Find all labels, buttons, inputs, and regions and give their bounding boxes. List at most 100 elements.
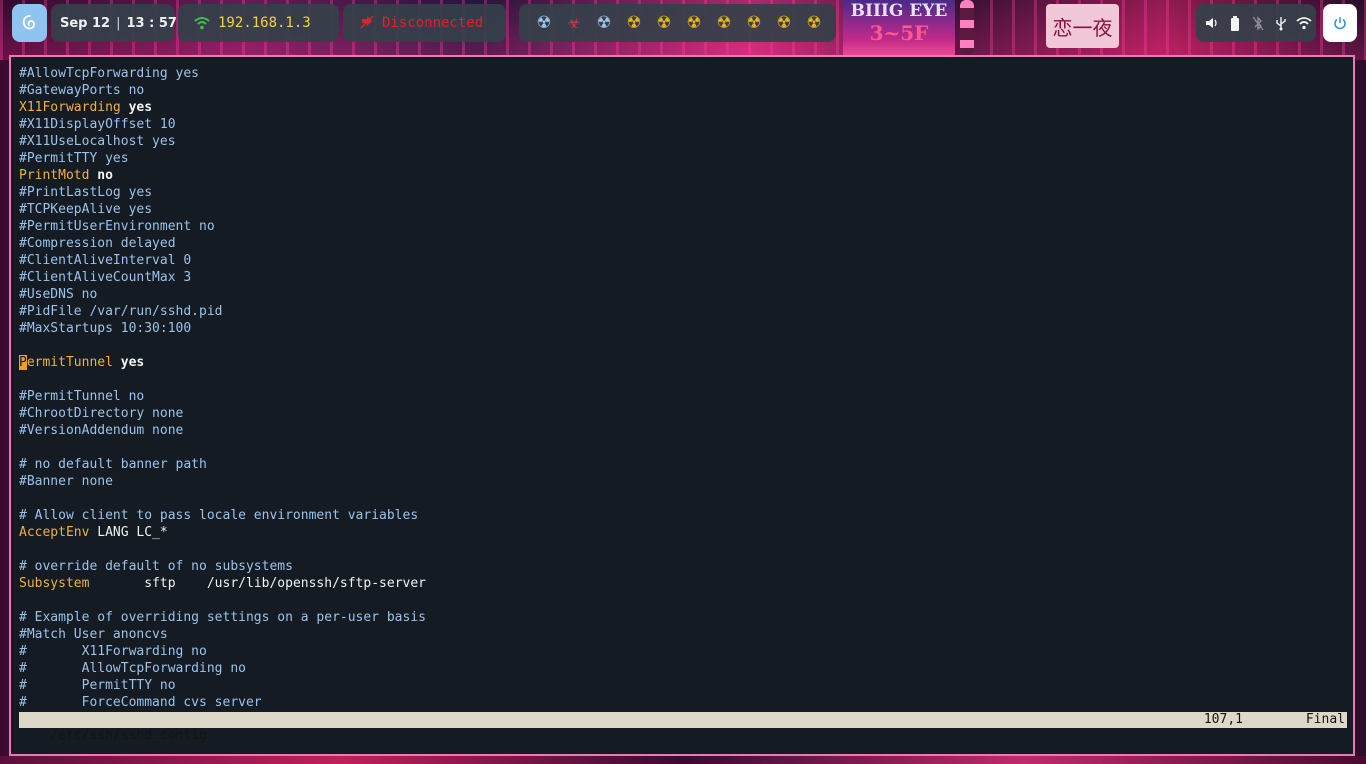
code-token: #PermitTunnel no bbox=[19, 389, 145, 404]
code-token: # X11Forwarding no bbox=[19, 644, 207, 659]
code-token: #Match User anoncvs bbox=[19, 627, 168, 642]
code-line[interactable]: #ClientAliveCountMax 3 bbox=[19, 269, 426, 286]
code-line[interactable]: #UseDNS no bbox=[19, 286, 426, 303]
code-line[interactable]: # no default banner path bbox=[19, 456, 426, 473]
cursor-position: 107,1 bbox=[1203, 712, 1243, 727]
code-line[interactable]: #GatewayPorts no bbox=[19, 82, 426, 99]
code-line[interactable]: #X11DisplayOffset 10 bbox=[19, 116, 426, 133]
code-line[interactable]: # X11Forwarding no bbox=[19, 643, 426, 660]
code-line[interactable]: PrintMotd no bbox=[19, 167, 426, 184]
battery-icon[interactable] bbox=[1223, 15, 1246, 31]
network-widget[interactable]: 192.168.1.3 bbox=[178, 4, 339, 42]
code-token: sftp /usr/lib/openssh/sftp-server bbox=[89, 576, 426, 591]
code-token: # ForceCommand cvs server bbox=[19, 695, 262, 710]
code-token: #X11UseLocalhost yes bbox=[19, 134, 176, 149]
code-token: #X11DisplayOffset 10 bbox=[19, 117, 176, 132]
code-token: #ClientAliveInterval 0 bbox=[19, 253, 192, 268]
code-line[interactable]: AcceptEnv LANG LC_* bbox=[19, 524, 426, 541]
code-line[interactable] bbox=[19, 337, 426, 354]
workspace-9-icon[interactable]: ☢ bbox=[769, 14, 799, 32]
workspace-5-icon[interactable]: ☢ bbox=[649, 14, 679, 32]
scroll-position: Final bbox=[1305, 712, 1345, 727]
code-token: yes bbox=[128, 100, 153, 115]
code-token: LANG LC_* bbox=[89, 525, 168, 540]
system-tray bbox=[1196, 4, 1316, 42]
code-line[interactable] bbox=[19, 490, 426, 507]
code-line[interactable]: #MaxStartups 10:30:100 bbox=[19, 320, 426, 337]
code-line[interactable]: #ClientAliveInterval 0 bbox=[19, 252, 426, 269]
workspace-switcher: ☢ ☣ ☢ ☢ ☢ ☢ ☢ ☢ ☢ ☢ bbox=[519, 4, 836, 42]
launcher-button[interactable] bbox=[12, 4, 47, 42]
code-token: X11Forwarding bbox=[19, 100, 121, 115]
editor-buffer[interactable]: #AllowTcpForwarding yes #GatewayPorts no X… bbox=[19, 65, 426, 711]
code-line[interactable]: X11Forwarding yes bbox=[19, 99, 426, 116]
code-line[interactable]: # Allow client to pass locale environmen… bbox=[19, 507, 426, 524]
ip-address: 192.168.1.3 bbox=[218, 15, 311, 31]
code-line[interactable]: #ChrootDirectory none bbox=[19, 405, 426, 422]
wifi-icon bbox=[194, 16, 210, 30]
volume-icon[interactable] bbox=[1200, 16, 1223, 30]
code-token: #PidFile /var/run/sshd.pid bbox=[19, 304, 223, 319]
code-line[interactable]: #Match User anoncvs bbox=[19, 626, 426, 643]
bluetooth-off-icon[interactable] bbox=[1246, 15, 1269, 31]
code-line[interactable] bbox=[19, 439, 426, 456]
code-line[interactable]: #PermitUserEnvironment no bbox=[19, 218, 426, 235]
workspace-10-icon[interactable]: ☢ bbox=[799, 14, 829, 32]
code-token: #Compression delayed bbox=[19, 236, 176, 251]
workspace-7-icon[interactable]: ☢ bbox=[709, 14, 739, 32]
code-line[interactable]: #AllowTcpForwarding yes bbox=[19, 65, 426, 82]
wallpaper-lights bbox=[960, 0, 974, 56]
code-line[interactable]: #TCPKeepAlive yes bbox=[19, 201, 426, 218]
code-line[interactable]: #VersionAddendum none bbox=[19, 422, 426, 439]
clock-widget[interactable]: Sep 12 | 13 : 57 bbox=[51, 4, 177, 42]
code-line[interactable] bbox=[19, 541, 426, 558]
code-line[interactable]: #PermitTTY yes bbox=[19, 150, 426, 167]
text-cursor: P bbox=[19, 355, 27, 370]
code-line[interactable]: # override default of no subsystems bbox=[19, 558, 426, 575]
debian-swirl-icon bbox=[22, 15, 35, 30]
code-token: # AllowTcpForwarding no bbox=[19, 661, 246, 676]
code-line[interactable]: #PrintLastLog yes bbox=[19, 184, 426, 201]
vpn-widget[interactable]: Disconnected bbox=[343, 4, 506, 42]
code-line[interactable]: #PermitTunnel no bbox=[19, 388, 426, 405]
code-token: #PrintLastLog yes bbox=[19, 185, 153, 200]
code-line[interactable]: # Example of overriding settings on a pe… bbox=[19, 609, 426, 626]
code-token: #AllowTcpForwarding yes bbox=[19, 66, 200, 81]
workspace-1-icon[interactable]: ☢ bbox=[529, 14, 559, 32]
workspace-4-icon[interactable]: ☢ bbox=[619, 14, 649, 32]
code-line[interactable] bbox=[19, 592, 426, 609]
code-token: no bbox=[97, 168, 113, 183]
workspace-8-icon[interactable]: ☢ bbox=[739, 14, 769, 32]
code-line[interactable]: #X11UseLocalhost yes bbox=[19, 133, 426, 150]
code-line[interactable]: Subsystem sftp /usr/lib/openssh/sftp-ser… bbox=[19, 575, 426, 592]
code-token: #GatewayPorts no bbox=[19, 83, 145, 98]
code-token: #Banner none bbox=[19, 474, 113, 489]
code-line[interactable]: #PidFile /var/run/sshd.pid bbox=[19, 303, 426, 320]
code-line[interactable]: #Banner none bbox=[19, 473, 426, 490]
date-label: Sep 12 bbox=[60, 15, 111, 31]
workspace-3-icon[interactable]: ☢ bbox=[589, 14, 619, 32]
code-token: #VersionAddendum none bbox=[19, 423, 184, 438]
code-token: # no default banner path bbox=[19, 457, 207, 472]
terminal-window[interactable]: #AllowTcpForwarding yes #GatewayPorts no X… bbox=[9, 55, 1355, 756]
code-line[interactable]: PermitTunnel yes bbox=[19, 354, 426, 371]
file-path: /etc/ssh/sshd_config bbox=[50, 728, 207, 743]
workspace-2-icon[interactable]: ☣ bbox=[559, 15, 589, 31]
wifi-tray-icon[interactable] bbox=[1293, 16, 1316, 30]
code-token: # Allow client to pass locale environmen… bbox=[19, 508, 419, 523]
workspace-6-icon[interactable]: ☢ bbox=[679, 14, 709, 32]
code-line[interactable]: # AllowTcpForwarding no bbox=[19, 660, 426, 677]
code-line[interactable]: #Compression delayed bbox=[19, 235, 426, 252]
code-line[interactable]: # PermitTTY no bbox=[19, 677, 426, 694]
wallpaper-sign: 恋一夜 bbox=[1046, 4, 1119, 48]
power-button[interactable] bbox=[1323, 4, 1357, 42]
usb-icon[interactable] bbox=[1270, 16, 1293, 31]
code-token: #UseDNS no bbox=[19, 287, 98, 302]
vpn-disconnected-icon bbox=[360, 14, 374, 32]
code-line[interactable] bbox=[19, 371, 426, 388]
code-token: #PermitTTY yes bbox=[19, 151, 129, 166]
vpn-status: Disconnected bbox=[382, 15, 484, 31]
code-line[interactable]: # ForceCommand cvs server bbox=[19, 694, 426, 711]
sign-text: 恋一夜 bbox=[1052, 16, 1113, 40]
